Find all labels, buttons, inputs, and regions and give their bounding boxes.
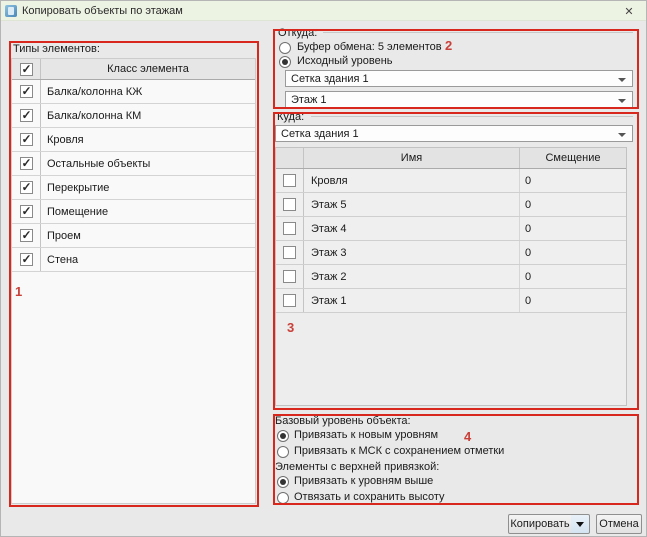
from-groupbox-line [323,32,633,33]
select-all-checkbox[interactable] [20,63,33,76]
row-checkbox[interactable] [20,229,33,242]
row-checkbox[interactable] [283,198,296,211]
row-checkbox[interactable] [20,253,33,266]
level-offset[interactable]: 0 [520,295,626,307]
base-level-label: Базовый уровень объекта: [275,415,411,427]
radio-unbind-keep-height[interactable] [277,492,289,504]
element-types-label: Типы элементов: [13,43,100,55]
table-row[interactable]: Балка/колонна КЖ [12,80,255,104]
chevron-down-icon [618,133,626,137]
row-checkbox[interactable] [283,246,296,259]
to-table-header-row: Имя Смещение [276,148,626,169]
table-row[interactable]: Этаж 1 0 [276,289,626,313]
row-checkbox[interactable] [20,109,33,122]
row-label: Балка/колонна КМ [41,110,255,122]
level-name: Этаж 5 [304,193,520,216]
row-checkbox[interactable] [20,181,33,194]
to-grid-select[interactable]: Сетка здания 1 [275,125,633,142]
table-row[interactable]: Помещение [12,200,255,224]
table-row[interactable]: Этаж 5 0 [276,193,626,217]
to-levels-table: Имя Смещение Кровля 0 Этаж 5 0 Этаж 4 0 … [275,147,627,406]
table-row[interactable]: Проем [12,224,255,248]
row-label: Помещение [41,206,255,218]
radio-bind-levels-above-label: Привязать к уровням выше [294,475,433,487]
class-column-header: Класс элемента [41,63,255,75]
from-group-label: Откуда: [278,27,317,39]
row-checkbox[interactable] [20,133,33,146]
table-row[interactable]: Этаж 4 0 [276,217,626,241]
table-row[interactable]: Остальные объекты [12,152,255,176]
table-row[interactable]: Этаж 3 0 [276,241,626,265]
annotation-number-1: 1 [15,284,22,299]
chevron-down-icon [618,78,626,82]
row-checkbox[interactable] [283,294,296,307]
to-group-label: Куда: [277,111,304,123]
row-label: Балка/колонна КЖ [41,86,255,98]
top-binding-label: Элементы с верхней привязкой: [275,461,439,473]
title-bar: Копировать объекты по этажам ✕ [1,1,646,21]
row-label: Кровля [41,134,255,146]
level-name: Этаж 2 [304,265,520,288]
row-checkbox[interactable] [283,270,296,283]
level-name: Этаж 4 [304,217,520,240]
copy-dropdown-button[interactable] [571,514,590,534]
app-icon [5,5,17,17]
from-level-select[interactable]: Этаж 1 [285,91,633,108]
copy-objects-dialog: Копировать объекты по этажам ✕ Типы элем… [0,0,647,537]
from-level-value: Этаж 1 [291,94,326,106]
element-types-header-row: Класс элемента [12,59,255,80]
row-checkbox[interactable] [283,174,296,187]
radio-bind-new-levels-label: Привязать к новым уровням [294,429,438,441]
radio-clipboard-label: Буфер обмена: 5 элементов [297,41,442,53]
annotation-number-4: 4 [464,429,471,444]
level-offset[interactable]: 0 [520,271,626,283]
row-checkbox[interactable] [20,157,33,170]
table-row[interactable]: Кровля 0 [276,169,626,193]
level-offset[interactable]: 0 [520,247,626,259]
level-offset[interactable]: 0 [520,223,626,235]
level-offset[interactable]: 0 [520,175,626,187]
chevron-down-icon [618,99,626,103]
table-row[interactable]: Перекрытие [12,176,255,200]
to-grid-value: Сетка здания 1 [281,128,359,140]
annotation-number-2: 2 [445,38,452,53]
row-label: Перекрытие [41,182,255,194]
radio-bind-levels-above[interactable] [277,476,289,488]
radio-unbind-keep-height-label: Отвязать и сохранить высоту [294,491,445,503]
radio-bind-msk-label: Привязать к МСК с сохранением отметки [294,445,504,457]
from-grid-value: Сетка здания 1 [291,73,369,85]
level-name: Этаж 1 [304,289,520,312]
row-checkbox[interactable] [20,205,33,218]
row-checkbox[interactable] [283,222,296,235]
from-grid-select[interactable]: Сетка здания 1 [285,70,633,87]
row-label: Остальные объекты [41,158,255,170]
table-row[interactable]: Кровля [12,128,255,152]
radio-source-level[interactable] [279,56,291,68]
close-icon[interactable]: ✕ [612,1,646,21]
to-groupbox-line [311,116,633,117]
name-column-header: Имя [304,148,520,168]
annotation-number-3: 3 [287,320,294,335]
row-label: Стена [41,254,255,266]
window-title: Копировать объекты по этажам [22,5,183,17]
level-name: Кровля [304,169,520,192]
offset-column-header: Смещение [520,152,626,164]
radio-clipboard[interactable] [279,42,291,54]
copy-button[interactable]: Копировать [508,514,572,534]
table-row[interactable]: Балка/колонна КМ [12,104,255,128]
level-offset[interactable]: 0 [520,199,626,211]
row-label: Проем [41,230,255,242]
radio-bind-new-levels[interactable] [277,430,289,442]
level-name: Этаж 3 [304,241,520,264]
radio-source-level-label: Исходный уровень [297,55,393,67]
table-row[interactable]: Этаж 2 0 [276,265,626,289]
table-row[interactable]: Стена [12,248,255,272]
element-types-table: Класс элемента Балка/колонна КЖ Балка/ко… [11,58,256,504]
row-checkbox[interactable] [20,85,33,98]
cancel-button[interactable]: Отмена [596,514,642,534]
radio-bind-msk[interactable] [277,446,289,458]
